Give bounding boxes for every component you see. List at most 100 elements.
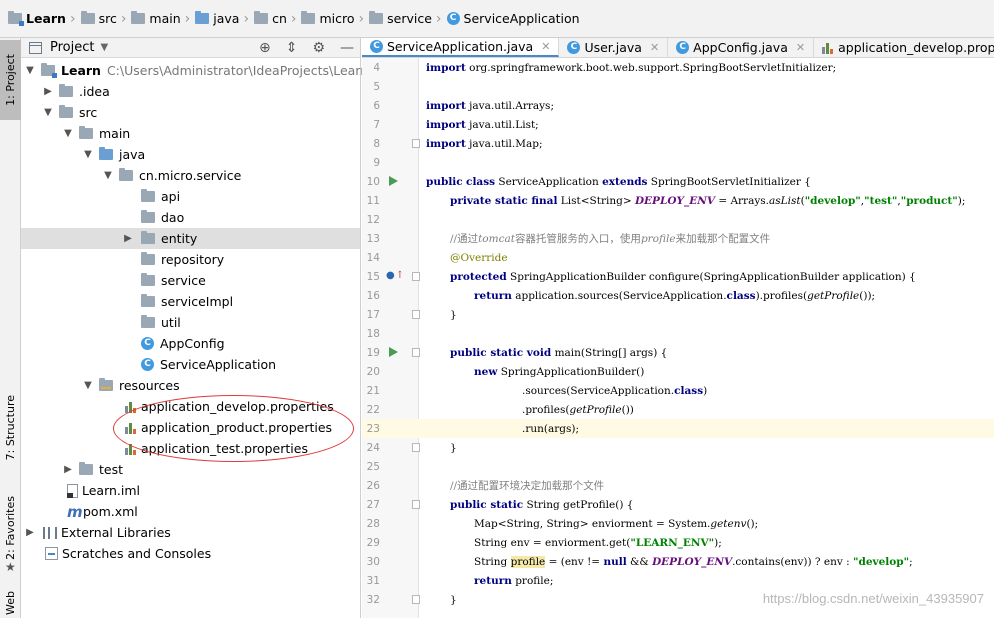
tree-item-learn-iml[interactable]: Learn.iml — [21, 480, 360, 501]
fold-marker-icon[interactable] — [412, 348, 420, 357]
tree-item-external-libraries[interactable]: ▶ External Libraries — [21, 522, 360, 543]
locate-icon[interactable]: ⊕ — [259, 40, 271, 56]
breadcrumb: Learn › src › main › java › cn › micro › servi… — [0, 0, 994, 38]
tab-user-java[interactable]: C User.java ✕ — [559, 38, 669, 57]
tool-tab-structure[interactable]: 7: Structure — [0, 393, 21, 463]
fold-marker-icon[interactable] — [412, 139, 420, 148]
project-panel-header: Project ▼ ⊕ ⇕ ⚙ — — [21, 38, 360, 58]
tree-item-application-develop-properties[interactable]: application_develop.properties — [21, 396, 360, 417]
tree-item-service[interactable]: service — [21, 270, 360, 291]
run-icon[interactable] — [389, 176, 398, 186]
code-line: 26//通过配置环境决定加载那个文件 — [366, 479, 605, 493]
tree-item-cn-micro-service[interactable]: ▼ cn.micro.service — [21, 165, 360, 186]
code-line: 11 private static final List<String> DEPL… — [366, 194, 966, 207]
project-panel: Project ▼ ⊕ ⇕ ⚙ — ▼ Learn C:\Users\Adminis… — [21, 38, 368, 618]
folder-icon — [59, 84, 73, 97]
breadcrumb-item-java[interactable]: java › — [195, 0, 254, 38]
collapsed-arrow-icon[interactable]: ▶ — [121, 233, 135, 244]
breadcrumb-item-learn[interactable]: Learn › — [8, 0, 81, 38]
tree-item-dao[interactable]: dao — [21, 207, 360, 228]
library-icon — [43, 526, 57, 539]
tree-item-resources[interactable]: ▼ resources — [21, 375, 360, 396]
collapse-all-icon[interactable]: ⇕ — [286, 40, 298, 56]
code-line: 30 String profile = (env != null && DEPLO… — [366, 555, 913, 568]
breadcrumb-item-serviceapplication[interactable]: C ServiceApplication — [446, 0, 580, 38]
class-icon: C — [370, 40, 383, 53]
code-line: 21 .sources(ServiceApplication.class) — [366, 384, 708, 397]
code-line: 8 import java.util.Map; — [373, 137, 543, 150]
breadcrumb-item-src[interactable]: src › — [80, 0, 132, 38]
tool-tab-web[interactable]: Web — [0, 588, 21, 618]
close-icon[interactable]: ✕ — [541, 40, 550, 53]
close-icon[interactable]: ✕ — [650, 41, 659, 54]
code-line-current: 23 .run(args); — [362, 419, 994, 438]
code-line: 20 new SpringApplicationBuilder() — [366, 365, 645, 378]
chevron-right-icon: › — [69, 10, 76, 27]
tree-item-appconfig[interactable]: C AppConfig — [21, 333, 360, 354]
fold-marker-icon[interactable] — [412, 310, 420, 319]
breadcrumb-item-cn[interactable]: cn › — [254, 0, 301, 38]
chevron-right-icon: › — [243, 10, 250, 27]
tree-item-learn[interactable]: ▼ Learn C:\Users\Administrator\IdeaProject… — [21, 60, 368, 81]
watermark: https://blog.csdn.net/weixin_43935907 — [762, 591, 984, 606]
package-icon — [141, 252, 155, 265]
tree-item-src[interactable]: ▼ src — [21, 102, 360, 123]
tree-item-entity[interactable]: ▶ entity — [21, 228, 360, 249]
tree-item-util[interactable]: util — [21, 312, 360, 333]
override-icon[interactable]: ●↑ — [386, 270, 404, 281]
code-line: 4 import org.springframework.boot.web.sup… — [373, 61, 837, 74]
tree-item-pom-xml[interactable]: m pom.xml — [21, 501, 360, 522]
chevron-down-icon[interactable]: ▼ — [100, 42, 108, 53]
breadcrumb-item-main[interactable]: main › — [131, 0, 195, 38]
class-icon: C — [141, 337, 154, 350]
run-icon[interactable] — [389, 347, 398, 357]
tool-tab-favorites[interactable]: 2: Favorites — [0, 493, 21, 563]
tree-item-scratches-and-consoles[interactable]: Scratches and Consoles — [21, 543, 360, 564]
tree-item-api[interactable]: api — [21, 186, 360, 207]
iml-file-icon — [67, 483, 78, 498]
code-line: 15 ●↑ protected SpringApplicationBuilder c… — [366, 270, 916, 283]
breadcrumb-item-service[interactable]: service › — [369, 0, 446, 38]
tree-item-idea[interactable]: ▶ .idea — [21, 81, 360, 102]
tool-tab-project[interactable]: 1: Project — [0, 40, 21, 120]
code-area[interactable]: 4 import org.springframework.boot.web.sup… — [362, 58, 994, 609]
project-view-icon — [29, 41, 42, 54]
tree-item-java[interactable]: ▼ java — [21, 144, 360, 165]
tree-item-repository[interactable]: repository — [21, 249, 360, 270]
chevron-right-icon: › — [184, 10, 191, 27]
code-line: 25 — [366, 460, 380, 473]
package-icon — [301, 11, 316, 24]
expanded-arrow-icon[interactable]: ▼ — [81, 149, 95, 160]
class-icon: C — [446, 12, 460, 25]
tree-item-serviceimpl[interactable]: serviceImpl — [21, 291, 360, 312]
expanded-arrow-icon[interactable]: ▼ — [41, 107, 55, 118]
tree-item-application-test-properties[interactable]: application_test.properties — [21, 438, 360, 459]
tree-item-main[interactable]: ▼ main — [21, 123, 360, 144]
breadcrumb-item-micro[interactable]: micro › — [301, 0, 369, 38]
project-panel-title[interactable]: Project — [50, 40, 94, 55]
tab-serviceapplication-java[interactable]: C ServiceApplication.java ✕ — [362, 38, 560, 57]
fold-marker-icon[interactable] — [412, 595, 420, 604]
folder-icon — [79, 462, 93, 475]
tab-appconfig-java[interactable]: C AppConfig.java ✕ — [668, 38, 815, 57]
fold-marker-icon[interactable] — [412, 443, 420, 452]
expanded-arrow-icon[interactable]: ▼ — [61, 128, 75, 139]
expanded-arrow-icon[interactable]: ▼ — [23, 65, 37, 76]
code-line: 27 public static String getProfile() { — [366, 498, 634, 511]
code-line: 18 — [366, 327, 380, 340]
collapsed-arrow-icon[interactable]: ▶ — [61, 464, 75, 475]
tree-item-serviceapplication[interactable]: C ServiceApplication — [21, 354, 360, 375]
expanded-arrow-icon[interactable]: ▼ — [81, 380, 95, 391]
collapsed-arrow-icon[interactable]: ▶ — [41, 86, 55, 97]
fold-marker-icon[interactable] — [412, 272, 420, 281]
tree-item-application-product-properties[interactable]: application_product.properties — [21, 417, 360, 438]
minimize-icon[interactable]: — — [340, 40, 354, 56]
collapsed-arrow-icon[interactable]: ▶ — [23, 527, 37, 538]
tab-application-develop-properties[interactable]: application_develop.properties — [814, 38, 994, 57]
close-icon[interactable]: ✕ — [796, 41, 805, 54]
tree-item-test[interactable]: ▶ test — [21, 459, 360, 480]
fold-marker-icon[interactable] — [412, 500, 420, 509]
module-folder-icon — [8, 11, 24, 26]
expanded-arrow-icon[interactable]: ▼ — [101, 170, 115, 181]
gear-icon[interactable]: ⚙ — [312, 40, 325, 56]
